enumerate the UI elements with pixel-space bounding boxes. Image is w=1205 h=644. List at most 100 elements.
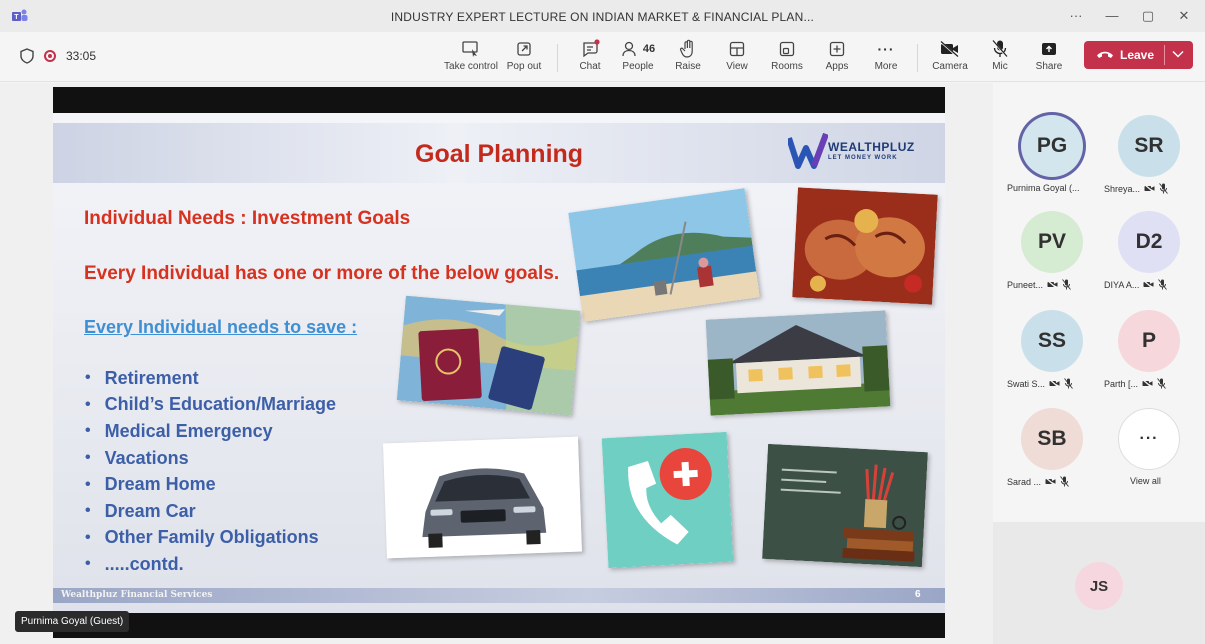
camera-button[interactable]: Camera — [925, 39, 975, 77]
presenter-name-tag: Purnima Goyal (Guest) — [15, 611, 130, 632]
camera-off-icon — [1047, 280, 1058, 289]
share-button[interactable]: Share — [1024, 39, 1074, 77]
view-layout-icon — [729, 41, 745, 57]
avatar: PG — [1021, 115, 1083, 177]
slide-footer: Wealthpluz Financial Services 6 — [53, 588, 945, 603]
restore-button[interactable]: ▢ — [1136, 6, 1160, 26]
education-books-image — [762, 443, 928, 568]
list-item: Medical Emergency — [85, 418, 336, 445]
beach-image — [568, 188, 760, 322]
chevron-down-icon[interactable] — [1172, 49, 1184, 59]
chat-icon — [583, 39, 600, 58]
participant-name-row: Parth [... — [1104, 378, 1166, 389]
logo-tagline: LET MONEY WORK — [828, 155, 898, 161]
more-label: More — [874, 61, 898, 72]
participant-name: Purnima Goyal (... — [1007, 183, 1080, 193]
participant-name: Shreya... — [1104, 183, 1141, 194]
rooms-icon — [779, 41, 795, 57]
share-label: Share — [1035, 61, 1063, 72]
travel-passport-image — [396, 295, 581, 416]
participant-tile[interactable]: P Parth [... — [1100, 302, 1197, 400]
avatar: PV — [1021, 211, 1083, 273]
participant-name-row: Shreya... — [1104, 183, 1168, 194]
participant-tile[interactable]: SB Sarad ... — [1003, 400, 1100, 498]
people-label: People — [622, 61, 654, 72]
participant-name: Sarad ... — [1007, 476, 1042, 487]
pop-out-button[interactable]: Pop out — [499, 39, 549, 77]
list-item: Dream Car — [85, 498, 336, 525]
avatar: SB — [1021, 408, 1083, 470]
minimize-button[interactable]: — — [1100, 6, 1124, 26]
slide-footer-text: Wealthpluz Financial Services — [61, 590, 213, 600]
participant-tile[interactable]: D2 DIYA A... — [1100, 203, 1197, 301]
apps-plus-icon — [829, 41, 845, 57]
self-video-tile: JS — [993, 522, 1205, 644]
chat-button[interactable]: Chat — [565, 39, 615, 77]
meeting-timer: 33:05 — [66, 49, 97, 63]
close-button[interactable]: ✕ — [1172, 6, 1196, 26]
toolbar-divider — [557, 44, 558, 72]
avatar: SS — [1021, 310, 1083, 372]
slide-heading-goals: Individual Needs : Investment Goals — [84, 208, 411, 229]
camera-label: Camera — [932, 61, 968, 72]
mic-label: Mic — [992, 61, 1008, 72]
pop-out-label: Pop out — [506, 61, 542, 72]
participant-name: Swati S... — [1007, 378, 1046, 389]
camera-off-icon — [940, 41, 959, 58]
leave-button[interactable]: Leave — [1084, 41, 1193, 69]
view-all-dots-icon: ··· — [1118, 408, 1180, 470]
slide-heading-individual: Every Individual has one or more of the … — [84, 263, 560, 284]
participant-name: DIYA A... — [1104, 279, 1140, 290]
meeting-toolbar: 33:05 Take control Pop out Chat 46 Peopl… — [0, 32, 1205, 82]
raise-hand-icon — [679, 39, 693, 58]
participant-tile[interactable]: SR Shreya... — [1100, 107, 1197, 205]
slide-page-number: 6 — [915, 589, 921, 600]
dream-home-image — [705, 310, 891, 416]
apps-button[interactable]: Apps — [812, 39, 862, 77]
participant-name-row: Swati S... — [1007, 378, 1073, 389]
participant-name: Parth [... — [1104, 378, 1139, 389]
self-avatar: JS — [1075, 562, 1123, 610]
avatar: P — [1118, 310, 1180, 372]
participant-name-row: Sarad ... — [1007, 476, 1069, 487]
wealthpluz-logo: WEALTHPLUZ LET MONEY WORK — [788, 130, 928, 170]
mic-off-icon — [1159, 183, 1168, 194]
dream-car-image — [383, 436, 582, 559]
more-button[interactable]: ··· More — [861, 39, 911, 77]
slide-save-heading: Every Individual needs to save : — [84, 317, 358, 337]
chat-label: Chat — [579, 61, 601, 72]
leave-label: Leave — [1120, 48, 1155, 62]
mic-off-icon — [1062, 279, 1071, 290]
list-item: Dream Home — [85, 471, 336, 498]
shield-icon[interactable] — [20, 48, 34, 64]
list-item: Vacations — [85, 445, 336, 472]
participant-tile[interactable]: PV Puneet... — [1003, 203, 1100, 301]
leave-divider — [1164, 45, 1165, 65]
meeting-status: 33:05 — [20, 48, 96, 64]
view-button[interactable]: View — [712, 39, 762, 77]
pop-out-icon — [517, 42, 531, 56]
camera-off-icon — [1049, 379, 1060, 388]
list-item: Other Family Obligations — [85, 525, 336, 552]
take-control-icon — [462, 41, 478, 57]
list-item: Child’s Education/Marriage — [85, 392, 336, 419]
avatar: D2 — [1118, 211, 1180, 273]
view-all-tile[interactable]: ··· View all — [1100, 400, 1197, 498]
avatar: SR — [1118, 115, 1180, 177]
mic-button[interactable]: Mic — [975, 39, 1025, 77]
rooms-button[interactable]: Rooms — [762, 39, 812, 77]
more-dots-icon: ··· — [877, 41, 895, 57]
wedding-hands-image — [792, 187, 938, 305]
presentation-slide: Goal Planning WEALTHPLUZ LET MONEY WORK … — [53, 113, 945, 613]
raise-label: Raise — [675, 61, 701, 72]
participant-name-row: DIYA A... — [1104, 279, 1168, 290]
raise-hand-button[interactable]: Raise — [663, 39, 713, 77]
take-control-button[interactable]: Take control — [443, 39, 499, 77]
people-button[interactable]: 46 People — [613, 39, 663, 77]
people-icon — [622, 41, 636, 57]
goals-list: Retirement Child’s Education/Marriage Me… — [85, 365, 336, 578]
recording-icon — [44, 50, 56, 62]
participant-tile[interactable]: SS Swati S... — [1003, 302, 1100, 400]
participant-tile[interactable]: PG Purnima Goyal (... — [1003, 107, 1100, 205]
window-more-button[interactable]: ··· — [1064, 6, 1088, 26]
